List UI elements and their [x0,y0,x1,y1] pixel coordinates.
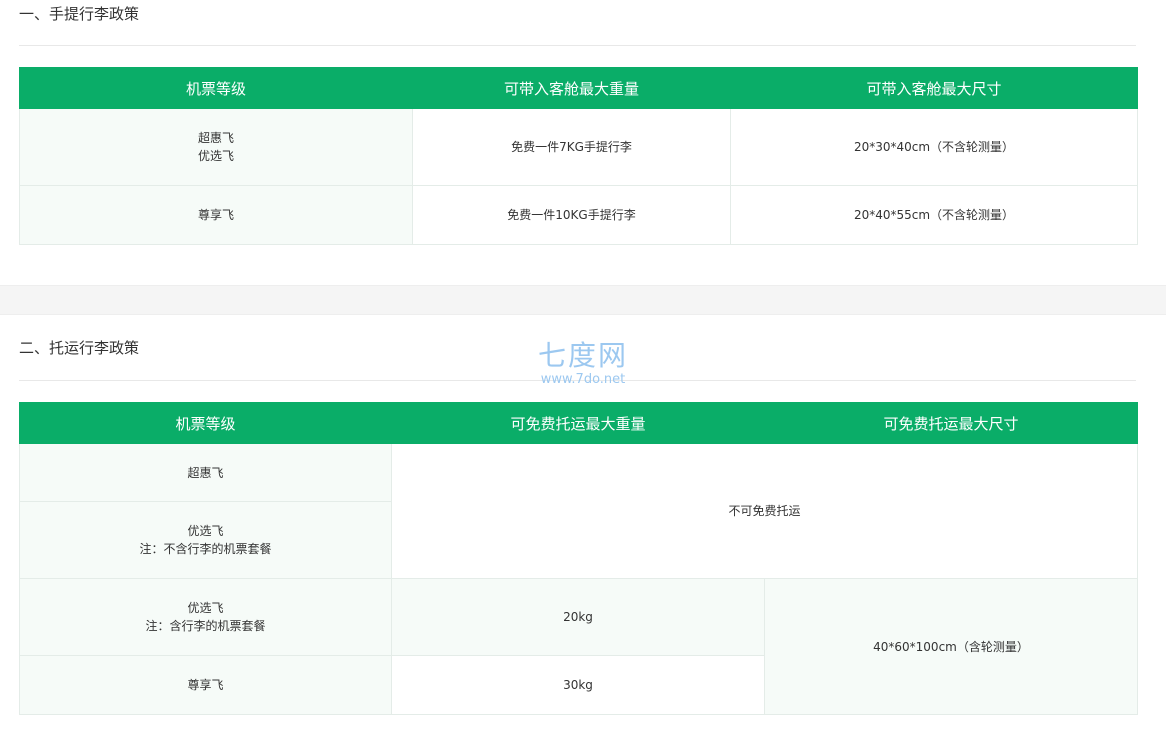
carry-on-section-title: 一、手提行李政策 [19,5,140,23]
section-separator [0,285,1166,315]
size-cell: 20*30*40cm（不含轮测量） [730,108,1138,186]
weight-cell: 20kg [391,578,765,656]
ticket-grade-cell: 超惠飞 [19,443,392,502]
weight-cell: 30kg [391,655,765,715]
header-max-weight: 可带入客舱最大重量 [412,67,731,109]
header-max-weight: 可免费托运最大重量 [391,402,765,444]
shared-size-cell: 40*60*100cm（含轮测量） [764,578,1138,715]
table-header-row: 机票等级 可带入客舱最大重量 可带入客舱最大尺寸 [19,67,1138,109]
table-row: 尊享飞 免费一件10KG手提行李 20*40*55cm（不含轮测量） [19,185,1138,245]
ticket-grade-label: 优选飞 [187,524,224,538]
no-free-checked-cell: 不可免费托运 [391,443,1138,579]
weight-cell: 免费一件10KG手提行李 [412,185,731,245]
ticket-grade-label: 尊享飞 [187,678,224,692]
table-row: 优选飞 注：含行李的机票套餐 20kg 40*60*100cm（含轮测量） [19,578,1138,715]
checked-policy-table: 机票等级 可免费托运最大重量 可免费托运最大尺寸 超惠飞 不可免费托运 优选飞 … [19,402,1138,715]
ticket-grade-cell: 优选飞 注：含行李的机票套餐 [19,578,392,656]
weight-cell: 免费一件7KG手提行李 [412,108,731,186]
ticket-grade-cell: 尊享飞 [19,185,413,245]
header-max-size: 可免费托运最大尺寸 [764,402,1138,444]
ticket-grade-label: 超惠飞 [197,131,234,145]
size-cell: 20*40*55cm（不含轮测量） [730,185,1138,245]
ticket-grade-label: 超惠飞 [187,465,224,480]
ticket-grade-note: 注：不含行李的机票套餐 [139,542,272,556]
watermark-main-text: 七度网 [537,339,628,372]
ticket-grade-cell: 优选飞 注：不含行李的机票套餐 [19,501,392,579]
header-ticket-grade: 机票等级 [19,67,413,109]
table-header-row: 机票等级 可免费托运最大重量 可免费托运最大尺寸 [19,402,1138,444]
table-row: 超惠飞 不可免费托运 [19,443,1138,579]
ticket-grade-cell: 超惠飞 优选飞 [19,108,413,186]
ticket-grade-note: 注：含行李的机票套餐 [145,619,266,633]
section-divider [19,45,1136,46]
ticket-grade-label: 尊享飞 [197,208,234,222]
ticket-grade-label: 优选飞 [187,601,224,615]
checked-section-title: 二、托运行李政策 [19,339,140,357]
header-max-size: 可带入客舱最大尺寸 [730,67,1138,109]
section-divider [19,380,1136,381]
carry-on-policy-table: 机票等级 可带入客舱最大重量 可带入客舱最大尺寸 超惠飞 优选飞 免费一件7KG… [19,67,1138,245]
ticket-grade-cell: 尊享飞 [19,655,392,715]
ticket-grade-label: 优选飞 [197,149,234,163]
header-ticket-grade: 机票等级 [19,402,392,444]
table-row: 超惠飞 优选飞 免费一件7KG手提行李 20*30*40cm（不含轮测量） [19,108,1138,186]
